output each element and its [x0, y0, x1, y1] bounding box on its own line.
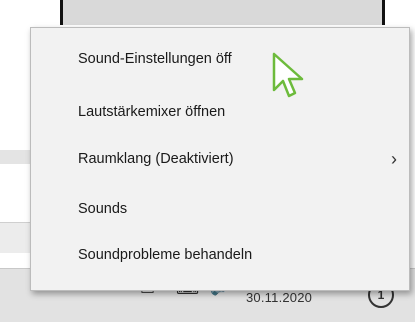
sound-context-menu: Sound-Einstellungen öff Lautstärkemixer … [30, 27, 410, 291]
menu-item-sounds[interactable]: Sounds [31, 188, 409, 230]
background-window [60, 0, 385, 25]
clock-date[interactable]: 30.11.2020 [246, 290, 312, 305]
background-strip [0, 150, 30, 164]
menu-item-troubleshoot-sound[interactable]: Soundprobleme behandeln [31, 234, 409, 276]
menu-item-sound-settings[interactable]: Sound-Einstellungen öff [31, 38, 409, 80]
menu-item-label: Lautstärkemixer öffnen [78, 104, 226, 120]
menu-item-spatial-sound[interactable]: Raumklang (Deaktiviert) › [31, 138, 409, 180]
chevron-right-icon: › [391, 149, 397, 169]
menu-item-label: Raumklang (Deaktiviert) [78, 151, 234, 167]
menu-item-label: Sound-Einstellungen öff [78, 51, 232, 67]
menu-item-volume-mixer[interactable]: Lautstärkemixer öffnen [31, 91, 409, 133]
menu-item-label: Sounds [78, 201, 128, 217]
background-panel [0, 222, 30, 253]
arrow-pointer-icon [272, 52, 304, 98]
menu-item-label: Soundprobleme behandeln [78, 247, 253, 263]
screen: ⌃ ▭ ⌨ 🔉 30.11.2020 1 Sound-Einstellungen… [0, 0, 415, 322]
